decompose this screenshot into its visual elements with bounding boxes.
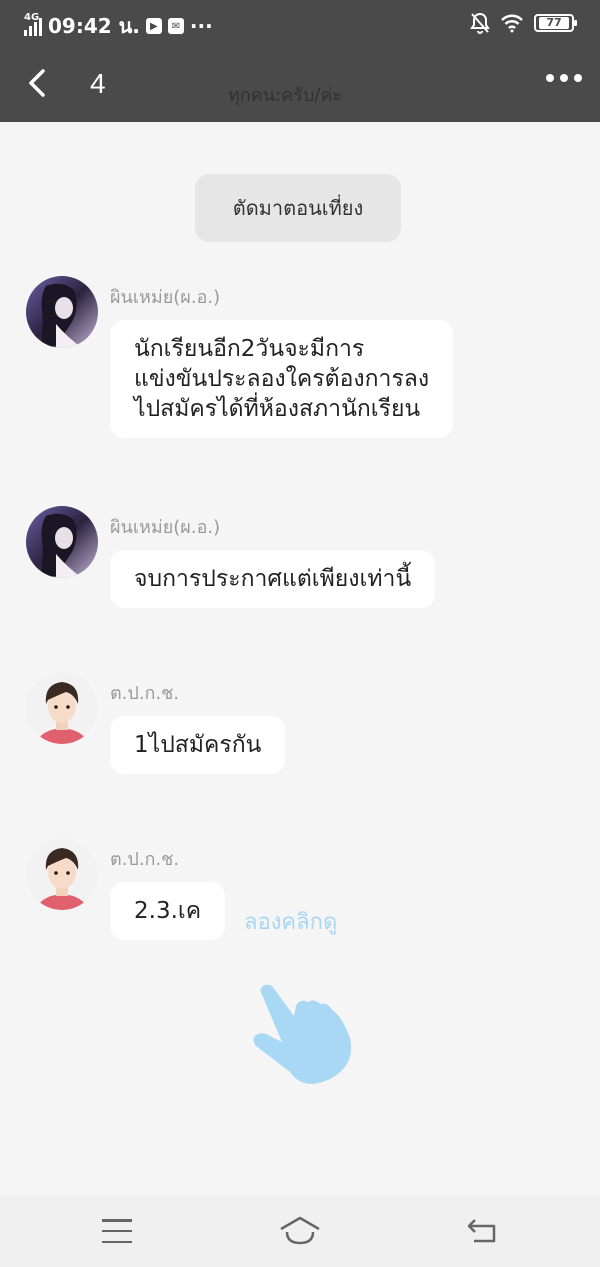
- avatar[interactable]: [26, 506, 98, 578]
- system-message: ตัดมาตอนเที่ยง: [195, 174, 401, 242]
- message-line: 2.3.เค: [134, 898, 202, 924]
- chat-header: 4 ทุกคน:ครับ/ค่ะ: [0, 48, 600, 122]
- message-line: จบการประกาศแต่เพียงเท่านี้: [134, 566, 412, 592]
- network-type: 4G: [24, 12, 40, 23]
- message-bubble: นักเรียนอีก2วันจะมีการ แข่งขันประลองใครต…: [110, 320, 454, 438]
- avatar[interactable]: [26, 672, 98, 744]
- pointing-hand-icon: [246, 976, 358, 1088]
- message-bubble: 1ไปสมัครกัน: [110, 716, 286, 774]
- message-bubble: 2.3.เค: [110, 882, 226, 940]
- try-click-hint: ลองคลิกดู: [244, 910, 338, 935]
- battery-level: 77: [539, 17, 569, 29]
- status-left: 4G 09:42 น. ▶ ✉ ···: [24, 10, 213, 42]
- message-line: แข่งขันประลองใครต้องการลง: [134, 366, 430, 392]
- more-notifications: ···: [189, 14, 213, 38]
- sender-name: ผินเหม่ย(ผ.อ.): [110, 517, 221, 538]
- message-line: 1ไปสมัครกัน: [134, 732, 262, 758]
- message-bubble: จบการประกาศแต่เพียงเท่านี้: [110, 550, 436, 608]
- avatar[interactable]: [26, 838, 98, 910]
- status-bar: 4G 09:42 น. ▶ ✉ ··· 77: [0, 0, 600, 48]
- menu-icon[interactable]: [102, 1219, 132, 1243]
- sender-name: ต.ป.ก.ช.: [110, 683, 180, 704]
- avatar[interactable]: [26, 276, 98, 348]
- wifi-icon: [501, 14, 523, 33]
- sender-name: ต.ป.ก.ช.: [110, 849, 180, 870]
- clock: 09:42 น.: [48, 14, 140, 38]
- navigation-bar: [0, 1195, 600, 1267]
- chat-title: ทุกคน:ครับ/ค่ะ: [228, 85, 343, 106]
- member-count: 4: [90, 68, 106, 99]
- home-icon[interactable]: [278, 1215, 322, 1247]
- chevron-left-icon[interactable]: [22, 66, 52, 100]
- return-icon[interactable]: [466, 1217, 498, 1245]
- status-right: 77: [470, 12, 577, 34]
- youtube-notification-icon: ▶: [145, 18, 162, 34]
- sender-name: ผินเหม่ย(ผ.อ.): [110, 287, 221, 308]
- mail-notification-icon: ✉: [167, 18, 184, 34]
- signal-icon: 4G: [24, 12, 42, 36]
- message-line: นักเรียนอีก2วันจะมีการ: [134, 336, 365, 362]
- battery-icon: 77: [534, 14, 577, 32]
- more-dots-icon[interactable]: [546, 74, 582, 82]
- message-line: ไปสมัครได้ที่ห้องสภานักเรียน: [134, 396, 421, 422]
- bell-muted-icon: [470, 12, 490, 34]
